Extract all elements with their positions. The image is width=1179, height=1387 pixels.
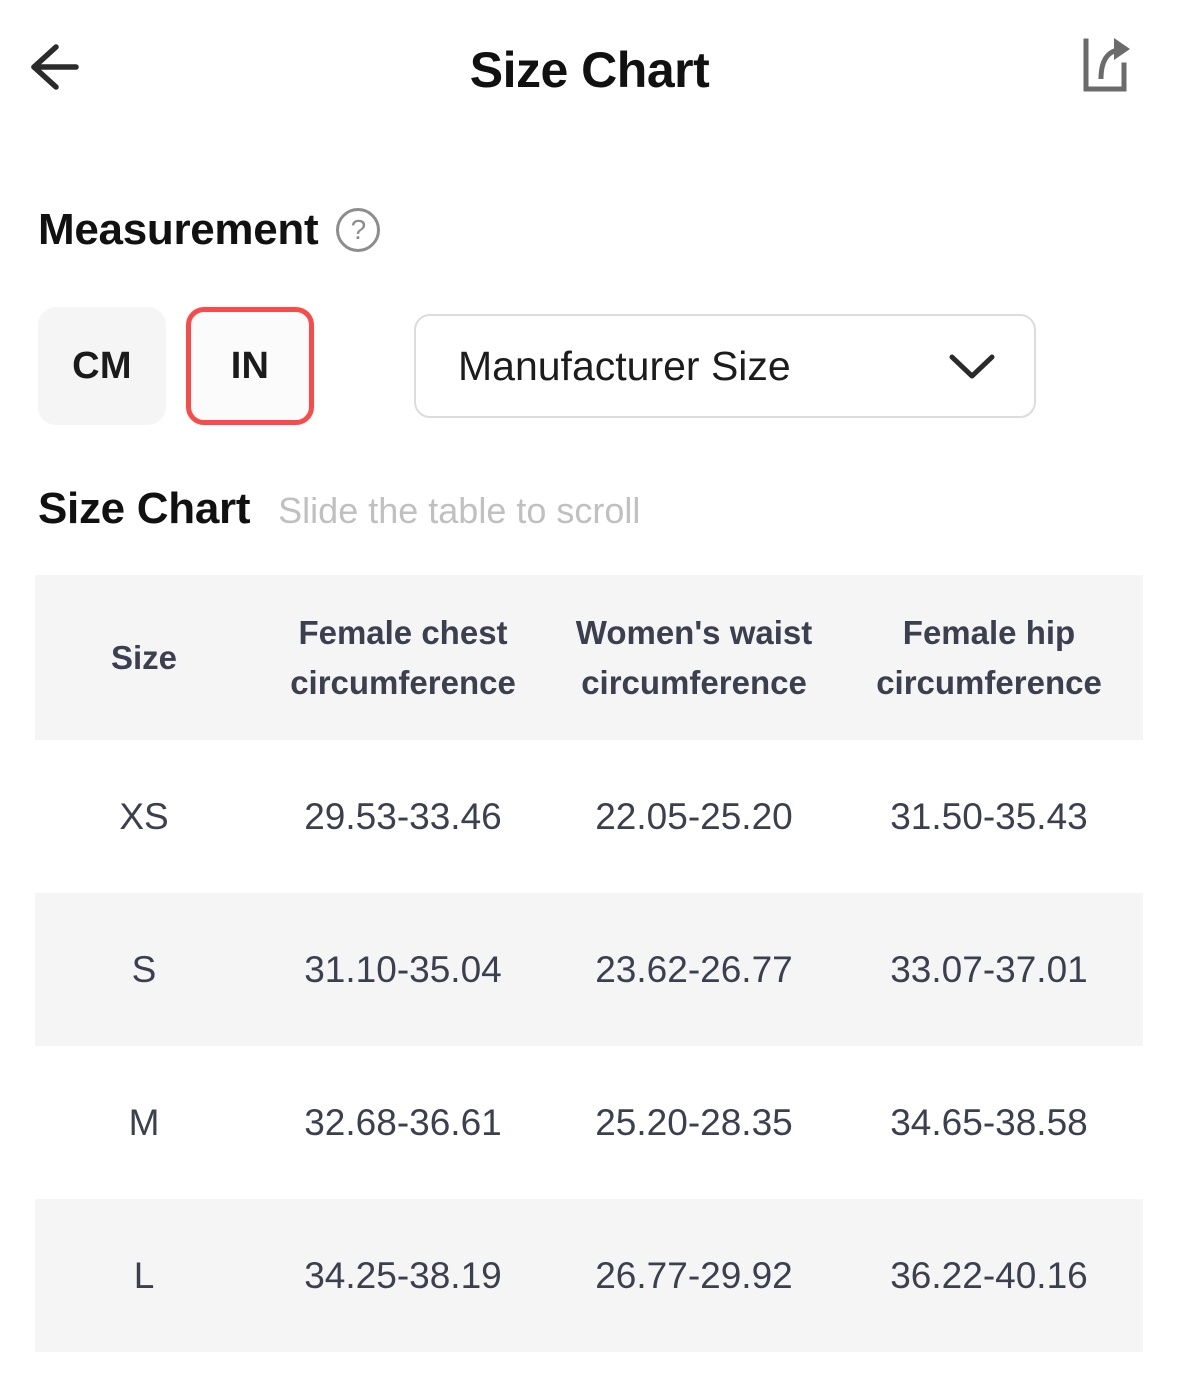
back-arrow-icon (16, 35, 80, 104)
cell-waist: 25.20-28.35 (553, 1046, 835, 1199)
chevron-down-icon (946, 350, 998, 382)
cell-chest: 32.68-36.61 (253, 1046, 553, 1199)
cell-hip: 33.07-37.01 (835, 893, 1143, 1046)
size-table: Size Female chest circumference Women's … (35, 575, 1143, 1352)
column-header-chest: Female chest circumference (253, 575, 553, 740)
measurement-controls: CM IN Manufacturer Size (0, 306, 1179, 426)
measurement-section-header: Measurement ? (0, 200, 1179, 260)
cell-size: L (35, 1199, 253, 1352)
app-header: Size Chart (0, 0, 1179, 140)
size-table-body: XS 29.53-33.46 22.05-25.20 31.50-35.43 S… (35, 740, 1143, 1352)
size-type-select[interactable]: Manufacturer Size (414, 314, 1036, 418)
unit-button-cm[interactable]: CM (38, 307, 166, 425)
size-table-scroll-container[interactable]: Size Female chest circumference Women's … (35, 575, 1143, 1352)
cell-size: M (35, 1046, 253, 1199)
cell-size: XS (35, 740, 253, 893)
cell-chest: 31.10-35.04 (253, 893, 553, 1046)
column-header-waist: Women's waist circumference (553, 575, 835, 740)
size-chart-scroll-hint: Slide the table to scroll (278, 490, 640, 532)
cell-chest: 34.25-38.19 (253, 1199, 553, 1352)
size-chart-title: Size Chart (38, 484, 250, 534)
size-chart-heading: Size Chart Slide the table to scroll (0, 484, 1179, 544)
size-type-select-value: Manufacturer Size (458, 346, 791, 387)
cell-hip: 31.50-35.43 (835, 740, 1143, 893)
cell-hip: 34.65-38.58 (835, 1046, 1143, 1199)
cell-waist: 23.62-26.77 (553, 893, 835, 1046)
cell-hip: 36.22-40.16 (835, 1199, 1143, 1352)
table-header-row: Size Female chest circumference Women's … (35, 575, 1143, 740)
cell-size: S (35, 893, 253, 1046)
share-button[interactable] (1069, 32, 1141, 104)
share-icon (1074, 35, 1136, 102)
unit-toggle-group: CM IN (38, 307, 314, 425)
back-button[interactable] (12, 33, 84, 105)
size-table-head: Size Female chest circumference Women's … (35, 575, 1143, 740)
table-row: S 31.10-35.04 23.62-26.77 33.07-37.01 (35, 893, 1143, 1046)
measurement-label: Measurement (38, 208, 318, 252)
table-row: L 34.25-38.19 26.77-29.92 36.22-40.16 (35, 1199, 1143, 1352)
cell-waist: 26.77-29.92 (553, 1199, 835, 1352)
cell-waist: 22.05-25.20 (553, 740, 835, 893)
column-header-hip: Female hip circumference (835, 575, 1143, 740)
unit-button-in[interactable]: IN (186, 307, 314, 425)
page-title: Size Chart (470, 45, 710, 95)
cell-chest: 29.53-33.46 (253, 740, 553, 893)
column-header-size: Size (35, 575, 253, 740)
question-mark-icon[interactable]: ? (336, 208, 380, 252)
table-row: XS 29.53-33.46 22.05-25.20 31.50-35.43 (35, 740, 1143, 893)
table-row: M 32.68-36.61 25.20-28.35 34.65-38.58 (35, 1046, 1143, 1199)
